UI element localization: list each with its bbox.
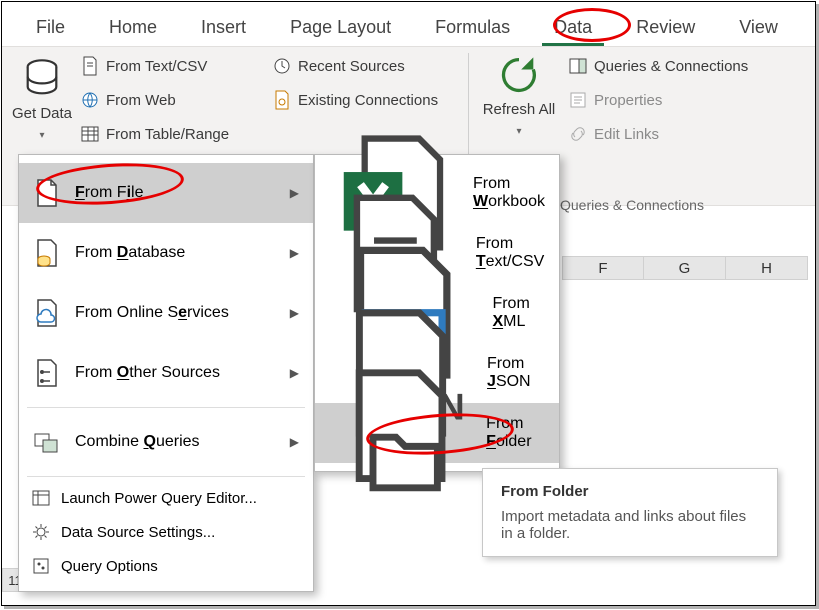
- other-sources-icon: [31, 357, 63, 389]
- group-label-queries-connections: Queries & Connections: [560, 197, 704, 213]
- from-file-submenu: From Workbook From Workbook From Text/CS…: [314, 154, 560, 472]
- tooltip-body: Import metadata and links about files in…: [501, 508, 759, 542]
- menu-launch-power-query[interactable]: Launch Power Query Editor...: [19, 481, 313, 515]
- database-icon: [20, 57, 64, 101]
- tab-insert[interactable]: Insert: [179, 7, 268, 46]
- link-icon: [568, 124, 588, 144]
- menu-from-file[interactable]: From File ▶ From File: [19, 163, 313, 223]
- table-icon: [80, 124, 100, 144]
- menu-from-online-services[interactable]: From Online Services ▶ From Online Servi…: [19, 283, 313, 343]
- menu-from-other-sources[interactable]: From Other Sources ▶ From Other Sources: [19, 343, 313, 403]
- queries-connections-button[interactable]: Queries & Connections: [568, 53, 748, 79]
- column-headers: F G H: [562, 256, 808, 280]
- get-data-menu: From File ▶ From File From Database ▶ Fr…: [18, 154, 314, 592]
- tab-formulas[interactable]: Formulas: [413, 7, 532, 46]
- ribbon-tabs: File Home Insert Page Layout Formulas Da…: [2, 2, 815, 46]
- tab-home[interactable]: Home: [87, 7, 179, 46]
- from-web-button[interactable]: From Web: [80, 87, 229, 113]
- cloud-icon: [31, 297, 63, 329]
- column-header-g[interactable]: G: [644, 256, 726, 280]
- from-textcsv-button[interactable]: From Text/CSV: [80, 53, 229, 79]
- refresh-icon: [497, 53, 541, 97]
- edit-links-button[interactable]: Edit Links: [568, 121, 748, 147]
- tab-view[interactable]: View: [717, 7, 800, 46]
- gear-icon: [31, 522, 51, 542]
- combine-icon: [31, 426, 63, 458]
- pq-editor-icon: [31, 488, 51, 508]
- properties-button[interactable]: Properties: [568, 87, 748, 113]
- tooltip-title: From Folder: [501, 483, 759, 500]
- column-header-f[interactable]: F: [562, 256, 644, 280]
- tab-review[interactable]: Review: [614, 7, 717, 46]
- menu-from-database[interactable]: From Database ▶ From Database: [19, 223, 313, 283]
- file-icon: [31, 177, 63, 209]
- tooltip-from-folder: From Folder Import metadata and links ab…: [482, 468, 778, 557]
- tab-pagelayout[interactable]: Page Layout: [268, 7, 413, 46]
- menu-data-source-settings[interactable]: Data Source Settings...: [19, 515, 313, 549]
- panel-icon: [568, 56, 588, 76]
- clock-icon: [272, 56, 292, 76]
- tab-file[interactable]: File: [14, 7, 87, 46]
- connection-icon: [272, 90, 292, 110]
- file-text-icon: [80, 56, 100, 76]
- recent-sources-button[interactable]: Recent Sources: [272, 53, 438, 79]
- refresh-all-button[interactable]: Refresh All ▾: [480, 53, 558, 141]
- globe-icon: [80, 90, 100, 110]
- from-tablerange-button[interactable]: From Table/Range: [80, 121, 229, 147]
- existing-connections-button[interactable]: Existing Connections: [272, 87, 438, 113]
- folder-file-icon: [327, 359, 474, 506]
- column-header-h[interactable]: H: [726, 256, 808, 280]
- get-data-button[interactable]: Get Data ▾: [10, 53, 74, 163]
- menu-combine-queries[interactable]: Combine Queries ▶ Combine Queries: [19, 412, 313, 472]
- options-icon: [31, 556, 51, 576]
- menu-query-options[interactable]: Query Options: [19, 549, 313, 583]
- database-icon: [31, 237, 63, 269]
- properties-icon: [568, 90, 588, 110]
- tab-data[interactable]: Data: [532, 7, 614, 46]
- submenu-from-folder[interactable]: From Folder From Folder: [315, 403, 559, 463]
